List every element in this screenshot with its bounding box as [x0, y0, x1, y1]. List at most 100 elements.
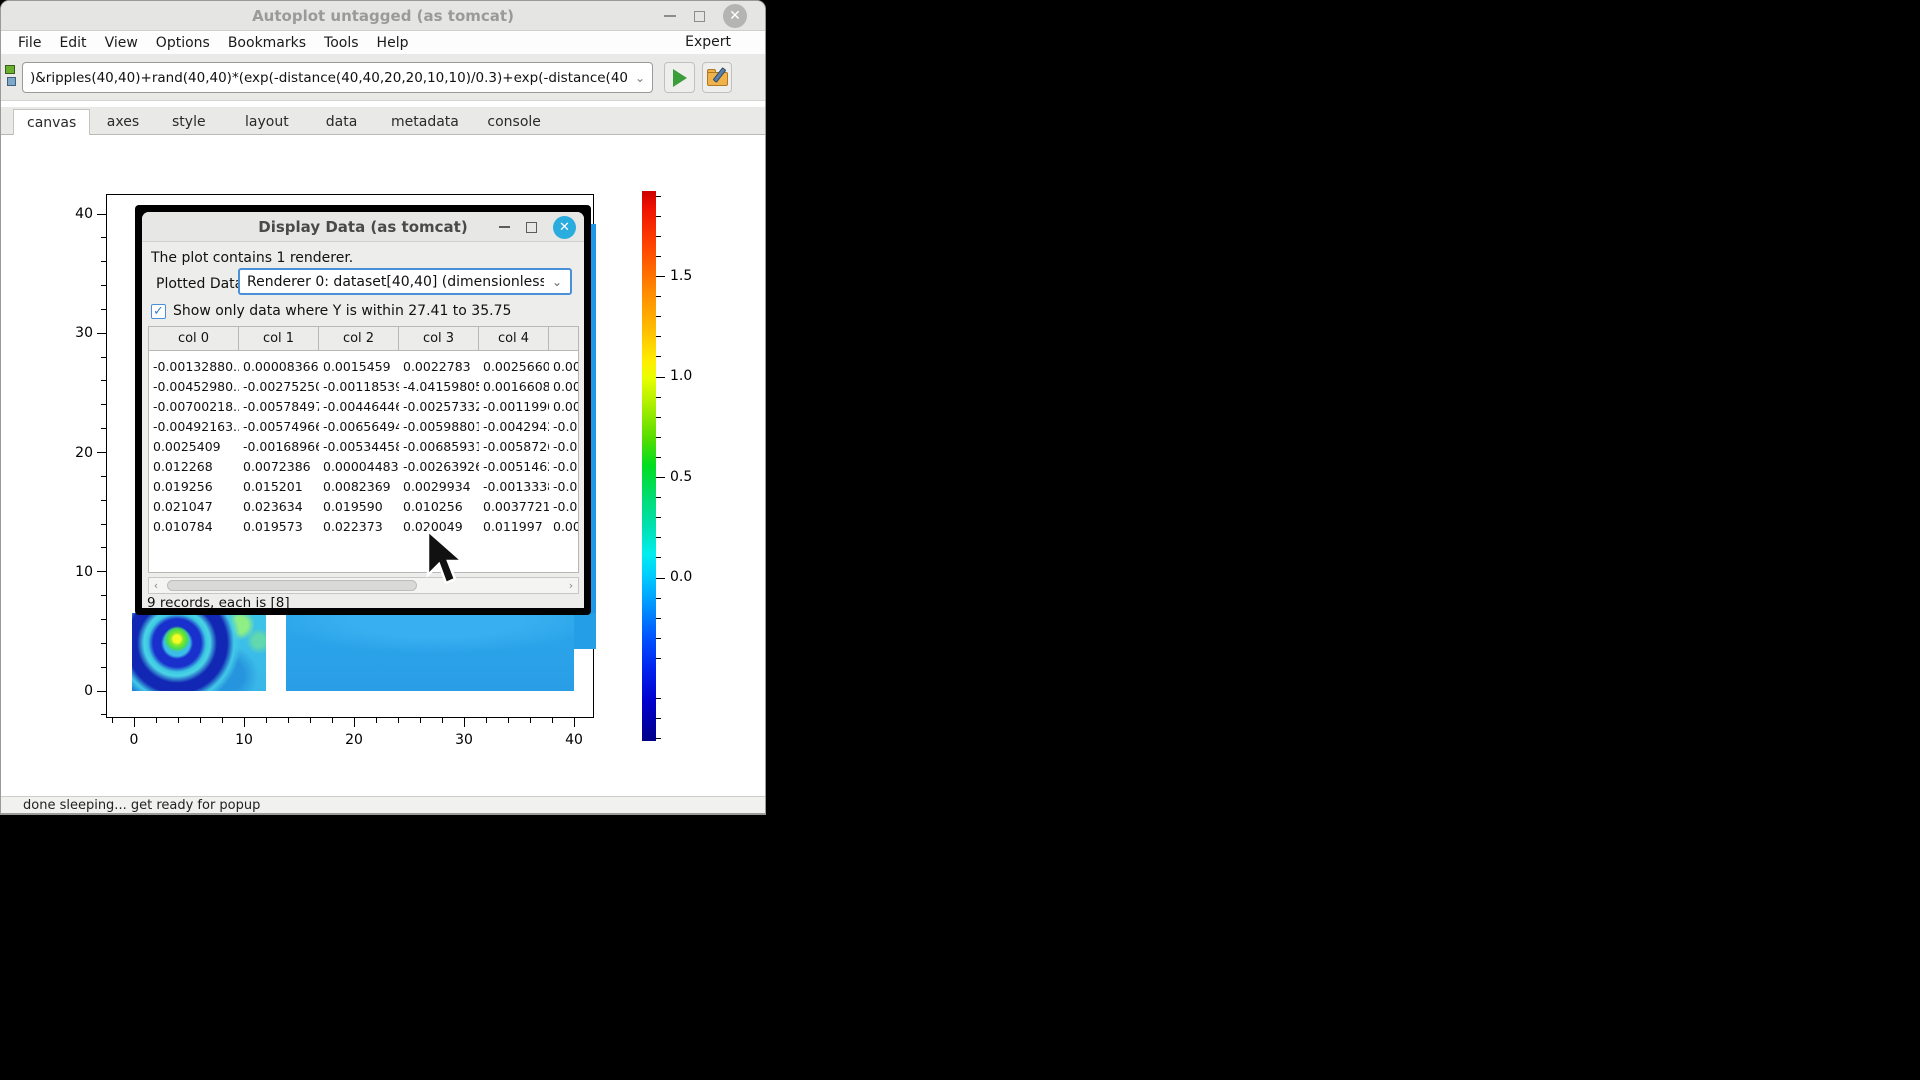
maximize-icon[interactable]	[694, 11, 705, 22]
table-row[interactable]: -0.00452980...-0.00275250...-0.00118539.…	[149, 377, 578, 397]
x-axis-minor-tick	[508, 718, 509, 723]
y-axis-major-tick	[97, 691, 106, 692]
table-cell: -0.00263926...	[399, 457, 479, 477]
table-row[interactable]: 0.0025409-0.00168966...-0.00534458...-0.…	[149, 437, 578, 457]
tab-axes[interactable]: axes	[94, 109, 152, 135]
minimize-icon[interactable]	[664, 15, 676, 17]
chevron-down-icon: ⌄	[544, 275, 570, 289]
table-cell: 0.000044839	[319, 457, 399, 477]
dialog-title-bar[interactable]: Display Data (as tomcat) ✕	[142, 212, 584, 242]
menu-tools[interactable]: Tools	[315, 33, 368, 53]
table-cell: 0.015201	[239, 477, 319, 497]
dialog-close-icon[interactable]: ✕	[553, 216, 576, 239]
uri-value[interactable]: )&ripples(40,40)+rand(40,40)*(exp(-dista…	[23, 70, 628, 86]
table-row[interactable]: -0.00700218...-0.00578497...-0.00446446.…	[149, 397, 578, 417]
chevron-down-icon[interactable]: ⌄	[628, 71, 652, 85]
y-axis-tick-label: 40	[63, 206, 93, 222]
colorbar-minor-tick	[656, 557, 661, 558]
table-row[interactable]: -0.00492163...-0.00574966...-0.00656494.…	[149, 417, 578, 437]
y-axis-minor-tick	[101, 500, 106, 501]
play-icon	[673, 69, 687, 87]
table-cell: -0.0	[549, 497, 579, 517]
table-cell: -0.00452980...	[149, 377, 239, 397]
y-axis-minor-tick	[101, 714, 106, 715]
tab-data[interactable]: data	[313, 109, 371, 135]
table-cell: 0.0082369	[319, 477, 399, 497]
x-axis-minor-tick	[310, 718, 311, 723]
menu-bookmarks[interactable]: Bookmarks	[219, 33, 315, 53]
data-table[interactable]: col 0col 1col 2col 3col 4 -0.00132880...…	[148, 326, 579, 573]
y-axis-minor-tick	[101, 285, 106, 286]
scroll-left-icon[interactable]: ‹	[149, 579, 163, 592]
table-header-col1[interactable]: col 1	[239, 327, 319, 351]
dialog-maximize-icon[interactable]	[526, 222, 537, 233]
y-axis-minor-tick	[101, 309, 106, 310]
display-data-dialog-frame: Display Data (as tomcat) ✕ The plot cont…	[135, 205, 591, 615]
tab-layout[interactable]: layout	[232, 109, 302, 135]
table-cell: 0.00	[549, 377, 579, 397]
menu-edit[interactable]: Edit	[50, 33, 95, 53]
filter-checkbox[interactable]: ✓	[151, 304, 166, 319]
colorbar[interactable]	[642, 191, 656, 741]
menu-file[interactable]: File	[9, 33, 50, 53]
tab-console[interactable]: console	[474, 109, 554, 135]
uri-toolbar: )&ripples(40,40)+rand(40,40)*(exp(-dista…	[1, 54, 765, 101]
table-row[interactable]: -0.00132880...0.0000836620.00154590.0022…	[149, 357, 578, 377]
expert-toggle[interactable]: Expert	[685, 34, 731, 50]
horizontal-scrollbar[interactable]: ‹ ›	[148, 577, 579, 594]
x-axis-minor-tick	[332, 718, 333, 723]
table-cell: -0.00492163...	[149, 417, 239, 437]
table-cell: 0.0022783	[399, 357, 479, 377]
table-cell: -0.00257332...	[399, 397, 479, 417]
menu-options[interactable]: Options	[147, 33, 219, 53]
plotted-data-label: Plotted Data:	[156, 276, 248, 292]
plotted-data-select[interactable]: Renderer 0: dataset[40,40] (dimensionles…	[238, 268, 572, 295]
table-row[interactable]: 0.0107840.0195730.0223730.0200490.011997…	[149, 517, 578, 537]
table-cell: -0.00514624...	[479, 457, 549, 477]
x-axis-major-tick	[134, 718, 135, 727]
table-header-col3[interactable]: col 3	[399, 327, 479, 351]
scroll-right-icon[interactable]: ›	[564, 579, 578, 592]
menu-view[interactable]: View	[96, 33, 147, 53]
uri-input[interactable]: )&ripples(40,40)+rand(40,40)*(exp(-dista…	[22, 62, 653, 93]
table-row[interactable]: 0.0210470.0236340.0195900.0102560.003772…	[149, 497, 578, 517]
table-header-col0[interactable]: col 0	[149, 327, 239, 351]
tab-canvas[interactable]: canvas	[13, 109, 90, 135]
go-button[interactable]	[664, 62, 695, 93]
close-icon[interactable]: ✕	[723, 4, 747, 28]
tab-metadata[interactable]: metadata	[378, 109, 472, 135]
table-cell: -0.0	[549, 437, 579, 457]
colorbar-minor-tick	[656, 738, 661, 739]
table-header-col5[interactable]	[549, 327, 579, 351]
colorbar-major-tick	[656, 377, 665, 378]
x-axis-minor-tick	[442, 718, 443, 723]
scrollbar-thumb[interactable]	[167, 580, 417, 591]
table-row[interactable]: 0.0192560.0152010.00823690.0029934-0.001…	[149, 477, 578, 497]
table-cell: -4.04159805...	[399, 377, 479, 397]
menu-help[interactable]: Help	[368, 33, 418, 53]
heatmap-ripple-region[interactable]	[132, 613, 266, 691]
y-axis-tick-label: 10	[63, 564, 93, 580]
colorbar-minor-tick	[656, 236, 661, 237]
table-cell: -0.00429429...	[479, 417, 549, 437]
colorbar-minor-tick	[656, 638, 661, 639]
table-cell: 0.0029934	[399, 477, 479, 497]
table-cell: 0.000083662	[239, 357, 319, 377]
table-header-col4[interactable]: col 4	[479, 327, 549, 351]
colorbar-tick-label: 1.0	[670, 368, 692, 384]
tab-style[interactable]: style	[159, 109, 219, 135]
record-count-text: 9 records, each is [8]	[147, 595, 290, 608]
table-row[interactable]: 0.0122680.00723860.000044839-0.00263926.…	[149, 457, 578, 477]
y-axis-minor-tick	[101, 357, 106, 358]
title-bar[interactable]: Autoplot untagged (as tomcat) ✕	[1, 1, 765, 31]
table-cell: 0.023634	[239, 497, 319, 517]
dialog-title: Display Data (as tomcat)	[258, 218, 467, 236]
x-axis-minor-tick	[156, 718, 157, 723]
table-cell: 0.00	[549, 517, 579, 537]
open-file-button[interactable]	[702, 62, 732, 93]
heatmap-flat-region[interactable]	[286, 613, 574, 691]
table-header-col2[interactable]: col 2	[319, 327, 399, 351]
colorbar-minor-tick	[656, 457, 661, 458]
table-cell: -0.00685931...	[399, 437, 479, 457]
dialog-minimize-icon[interactable]	[499, 226, 510, 228]
